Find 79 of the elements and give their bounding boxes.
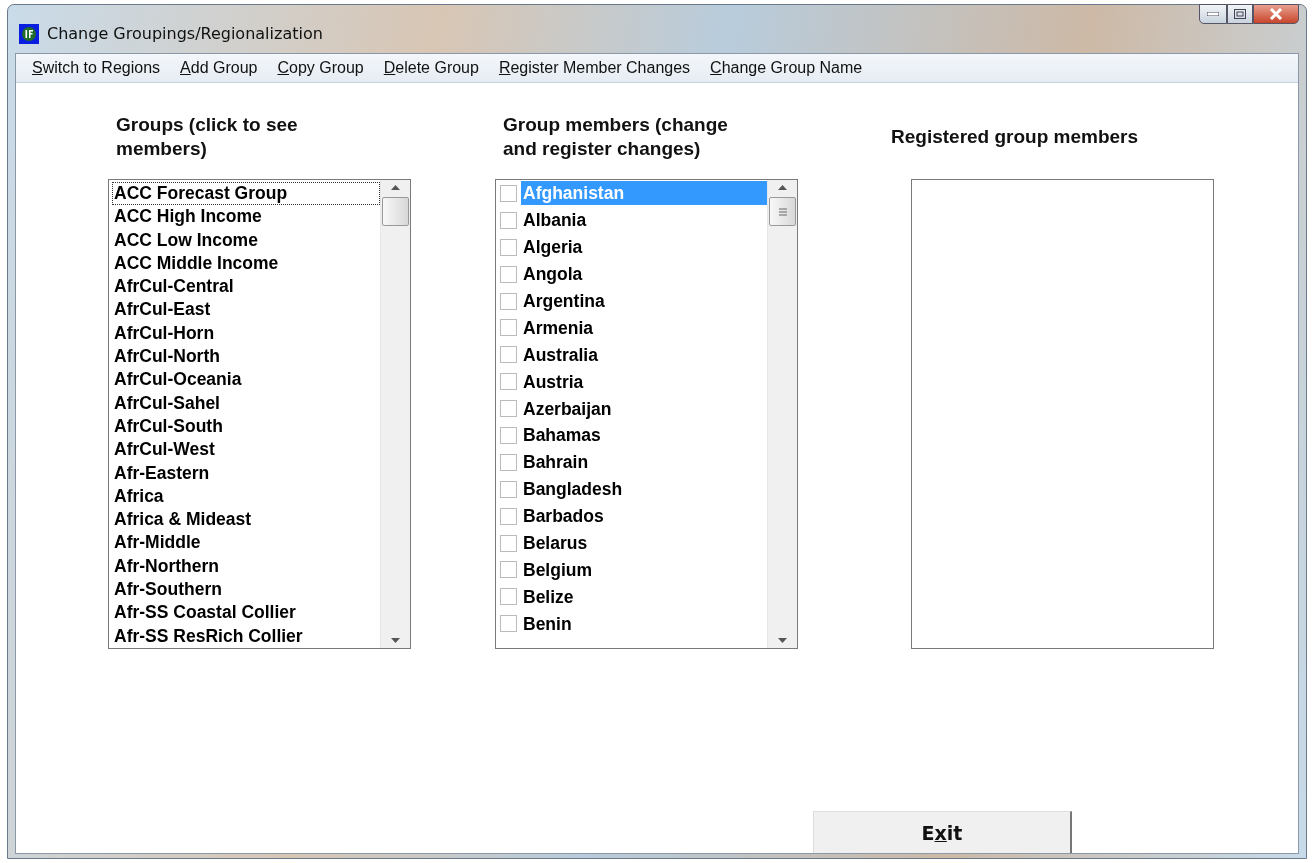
checkbox[interactable]: [500, 238, 517, 256]
menu-item[interactable]: Register Member Changes: [490, 59, 703, 77]
member-item[interactable]: Barbados: [521, 504, 767, 529]
window-title: Change Groupings/Regionalization: [47, 24, 323, 44]
member-item[interactable]: Armenia: [521, 315, 767, 340]
checkbox[interactable]: [500, 319, 517, 337]
checkbox[interactable]: [500, 453, 517, 471]
group-item[interactable]: ACC Forecast Group: [112, 182, 380, 206]
checkbox[interactable]: [500, 534, 517, 552]
scroll-thumb[interactable]: [382, 197, 409, 226]
group-item[interactable]: AfrCul-Sahel: [112, 391, 380, 415]
checkbox[interactable]: [500, 615, 517, 633]
maximize-button[interactable]: [1227, 4, 1253, 24]
app-icon: [19, 24, 39, 44]
groups-heading: Groups (click to see members): [115, 113, 299, 161]
group-item[interactable]: ACC High Income: [112, 205, 380, 229]
member-item[interactable]: Belize: [521, 584, 767, 609]
group-item[interactable]: Afr-SS Coastal Collier: [112, 601, 380, 625]
member-item[interactable]: Azerbaijan: [521, 396, 767, 421]
registered-heading: Registered group members: [890, 125, 1140, 149]
scroll-down-icon[interactable]: [390, 637, 401, 644]
menu-item[interactable]: Change Group Name: [702, 59, 875, 77]
member-item[interactable]: Bahamas: [521, 423, 767, 448]
exit-button[interactable]: Exit: [813, 811, 1072, 853]
checkbox[interactable]: [500, 507, 517, 525]
scrollbar[interactable]: [767, 180, 797, 648]
group-item[interactable]: Afr-Eastern: [112, 461, 380, 485]
member-item[interactable]: Belgium: [521, 557, 767, 582]
member-item[interactable]: Argentina: [521, 289, 767, 313]
member-item[interactable]: Austria: [521, 369, 767, 394]
group-item[interactable]: Africa: [112, 484, 380, 509]
checkbox[interactable]: [500, 373, 517, 391]
menu-item[interactable]: Delete Group: [375, 59, 491, 77]
checkbox[interactable]: [500, 211, 517, 229]
minimize-icon: [1207, 12, 1219, 16]
maximize-icon: [1234, 9, 1246, 19]
menu-item[interactable]: Copy Group: [269, 59, 376, 77]
checkbox[interactable]: [500, 265, 517, 283]
group-item[interactable]: AfrCul-Oceania: [112, 368, 380, 392]
group-item[interactable]: AfrCul-North: [112, 345, 380, 369]
group-item[interactable]: ACC Middle Income: [112, 251, 380, 276]
checkbox[interactable]: [500, 588, 517, 606]
scroll-up-icon[interactable]: [777, 184, 788, 191]
members-heading: Group members (change and register changes): [502, 113, 729, 161]
checkbox[interactable]: [500, 346, 517, 364]
group-item[interactable]: AfrCul-East: [112, 298, 380, 322]
member-item[interactable]: Benin: [521, 611, 767, 636]
member-item[interactable]: Algeria: [521, 235, 767, 260]
checkbox[interactable]: [500, 400, 517, 418]
close-icon: [1269, 8, 1283, 20]
scrollbar[interactable]: [380, 180, 410, 648]
group-item[interactable]: AfrCul-Central: [112, 275, 380, 299]
menu-item[interactable]: Add Group: [172, 59, 270, 77]
checkbox[interactable]: [500, 184, 517, 202]
member-item[interactable]: Belarus: [521, 531, 767, 555]
checkbox[interactable]: [500, 480, 517, 498]
member-item[interactable]: Bahrain: [521, 450, 767, 475]
group-item[interactable]: Afr-SS ResRich Collier: [112, 624, 380, 648]
group-item[interactable]: AfrCul-West: [112, 438, 380, 462]
member-item[interactable]: Angola: [521, 262, 767, 287]
group-item[interactable]: Afr-Northern: [112, 554, 380, 579]
scroll-thumb[interactable]: [769, 197, 796, 226]
member-item[interactable]: Bangladesh: [521, 477, 767, 502]
checkbox[interactable]: [500, 561, 517, 579]
scroll-up-icon[interactable]: [390, 184, 401, 191]
scroll-down-icon[interactable]: [777, 637, 788, 644]
menu-item[interactable]: Switch to Regions: [24, 59, 173, 77]
checkbox[interactable]: [500, 426, 517, 444]
checkbox[interactable]: [500, 292, 517, 310]
group-item[interactable]: Afr-Southern: [112, 578, 380, 602]
minimize-button[interactable]: [1199, 4, 1227, 24]
group-item[interactable]: AfrCul-Horn: [112, 321, 380, 346]
group-item[interactable]: Afr-Middle: [112, 531, 380, 555]
close-button[interactable]: [1253, 4, 1299, 24]
member-item[interactable]: Albania: [521, 208, 767, 233]
group-item[interactable]: Africa & Mideast: [112, 508, 380, 532]
group-item[interactable]: AfrCul-South: [112, 414, 380, 439]
member-item[interactable]: Australia: [521, 342, 767, 367]
group-item[interactable]: ACC Low Income: [112, 228, 380, 252]
